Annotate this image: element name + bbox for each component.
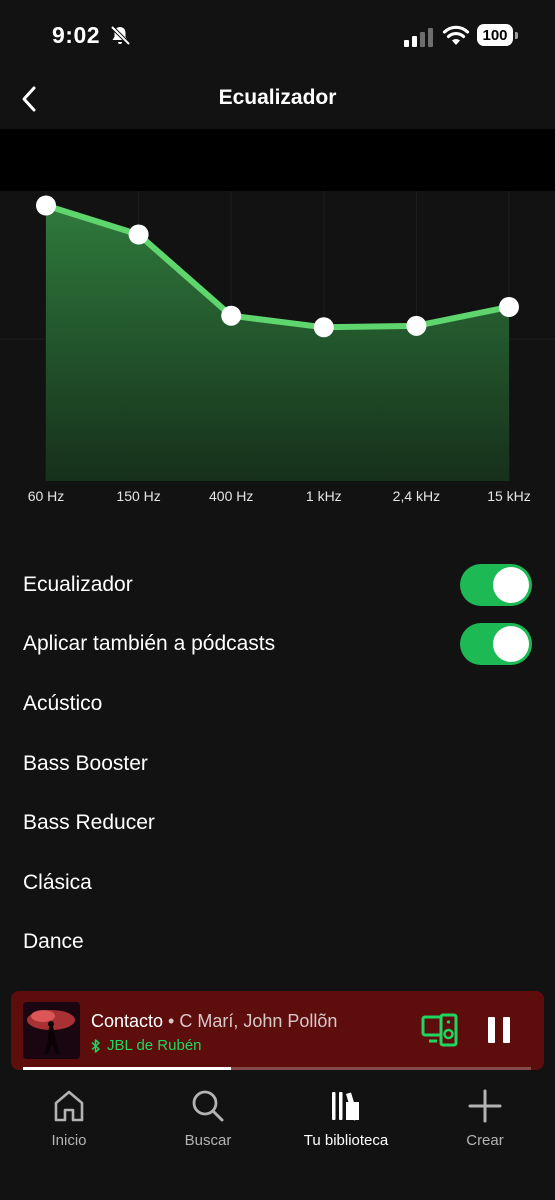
connect-device-icon[interactable] (421, 1013, 459, 1047)
equalizer-setting-row: Ecualizador (0, 555, 555, 615)
preset-item[interactable]: Acústico (0, 674, 555, 734)
track-info: Contacto • C Marí, John Pollõn (91, 1011, 337, 1032)
preset-label-bass-booster: Bass Booster (23, 751, 148, 775)
podcasts-setting-label: Aplicar también a pódcasts (23, 632, 276, 656)
podcasts-setting-row: Aplicar también a pódcasts (0, 615, 555, 675)
track-artist: C Marí, John Pollõn (179, 1011, 338, 1031)
cellular-signal-icon (404, 28, 433, 47)
equalizer-toggle[interactable] (460, 563, 532, 606)
header-banner (0, 129, 555, 191)
album-cover (23, 1002, 80, 1059)
band-handle-5[interactable] (406, 315, 427, 336)
preset-label-dance: Dance (23, 930, 84, 954)
equalizer-chart[interactable]: 60 Hz 150 Hz 400 Hz 1 kHz 2,4 kHz 15 kHz (0, 191, 555, 521)
preset-item[interactable]: Bass Booster (0, 734, 555, 794)
bluetooth-icon (91, 1038, 100, 1053)
track-title: Contacto (91, 1011, 164, 1031)
preset-item[interactable]: Clásica (0, 853, 555, 913)
band-handle-6[interactable] (499, 297, 519, 317)
playback-progress[interactable] (23, 1067, 531, 1070)
preset-item[interactable]: Bass Reducer (0, 793, 555, 853)
track-separator: • (163, 1011, 180, 1031)
podcasts-toggle[interactable] (460, 623, 532, 666)
nav-home[interactable]: Inicio (9, 1088, 129, 1149)
nav-search[interactable]: Buscar (148, 1088, 268, 1149)
preset-label-bass-reducer: Bass Reducer (23, 811, 155, 835)
bottom-nav: Inicio Buscar Tu biblioteca Crear (0, 1078, 555, 1200)
frequency-label: 15 kHz (487, 488, 531, 504)
nav-library[interactable]: Tu biblioteca (286, 1088, 406, 1149)
band-handle-1[interactable] (36, 195, 56, 216)
equalizer-area (46, 205, 509, 481)
frequency-label: 150 Hz (116, 488, 160, 504)
preset-item[interactable]: Dance (0, 913, 555, 973)
frequency-label: 1 kHz (306, 488, 342, 504)
status-time: 9:02 (52, 22, 101, 48)
device-name: JBL de Rubén (107, 1037, 202, 1054)
band-handle-3[interactable] (221, 305, 242, 326)
wifi-icon (442, 25, 470, 45)
frequency-label: 60 Hz (28, 488, 65, 504)
status-bar: 9:02 100 (0, 0, 555, 70)
settings-list: Ecualizador Aplicar también a pódcasts A… (0, 555, 555, 972)
bell-muted-icon (110, 25, 131, 46)
frequency-label: 400 Hz (209, 488, 253, 504)
page-title: Ecualizador (218, 86, 337, 109)
equalizer-setting-label: Ecualizador (23, 572, 133, 596)
band-handle-4[interactable] (313, 317, 334, 338)
mini-player[interactable]: Contacto • C Marí, John Pollõn JBL de Ru… (11, 991, 544, 1070)
preset-label-classical: Clásica (23, 870, 92, 894)
header: Ecualizador (0, 70, 555, 128)
nav-create-label: Crear (466, 1132, 504, 1149)
equalizer-graph[interactable]: 60 Hz 150 Hz 400 Hz 1 kHz 2,4 kHz 15 kHz (0, 191, 555, 521)
connected-device: JBL de Rubén (91, 1037, 202, 1054)
nav-create[interactable]: Crear (425, 1088, 545, 1149)
nav-home-label: Inicio (51, 1132, 87, 1149)
preset-label-acoustic: Acústico (23, 691, 103, 715)
nav-library-label: Tu biblioteca (303, 1132, 389, 1149)
frequency-label: 2,4 kHz (393, 488, 440, 504)
library-icon (332, 1092, 359, 1121)
nav-search-label: Buscar (184, 1132, 232, 1149)
pause-icon[interactable] (485, 1015, 513, 1045)
band-handle-2[interactable] (128, 224, 149, 245)
battery-icon: 100 (477, 24, 519, 48)
home-icon (54, 1090, 84, 1122)
plus-icon (468, 1089, 502, 1123)
playback-progress-fill (23, 1067, 232, 1070)
search-icon (192, 1090, 224, 1122)
battery-level: 100 (477, 24, 513, 46)
